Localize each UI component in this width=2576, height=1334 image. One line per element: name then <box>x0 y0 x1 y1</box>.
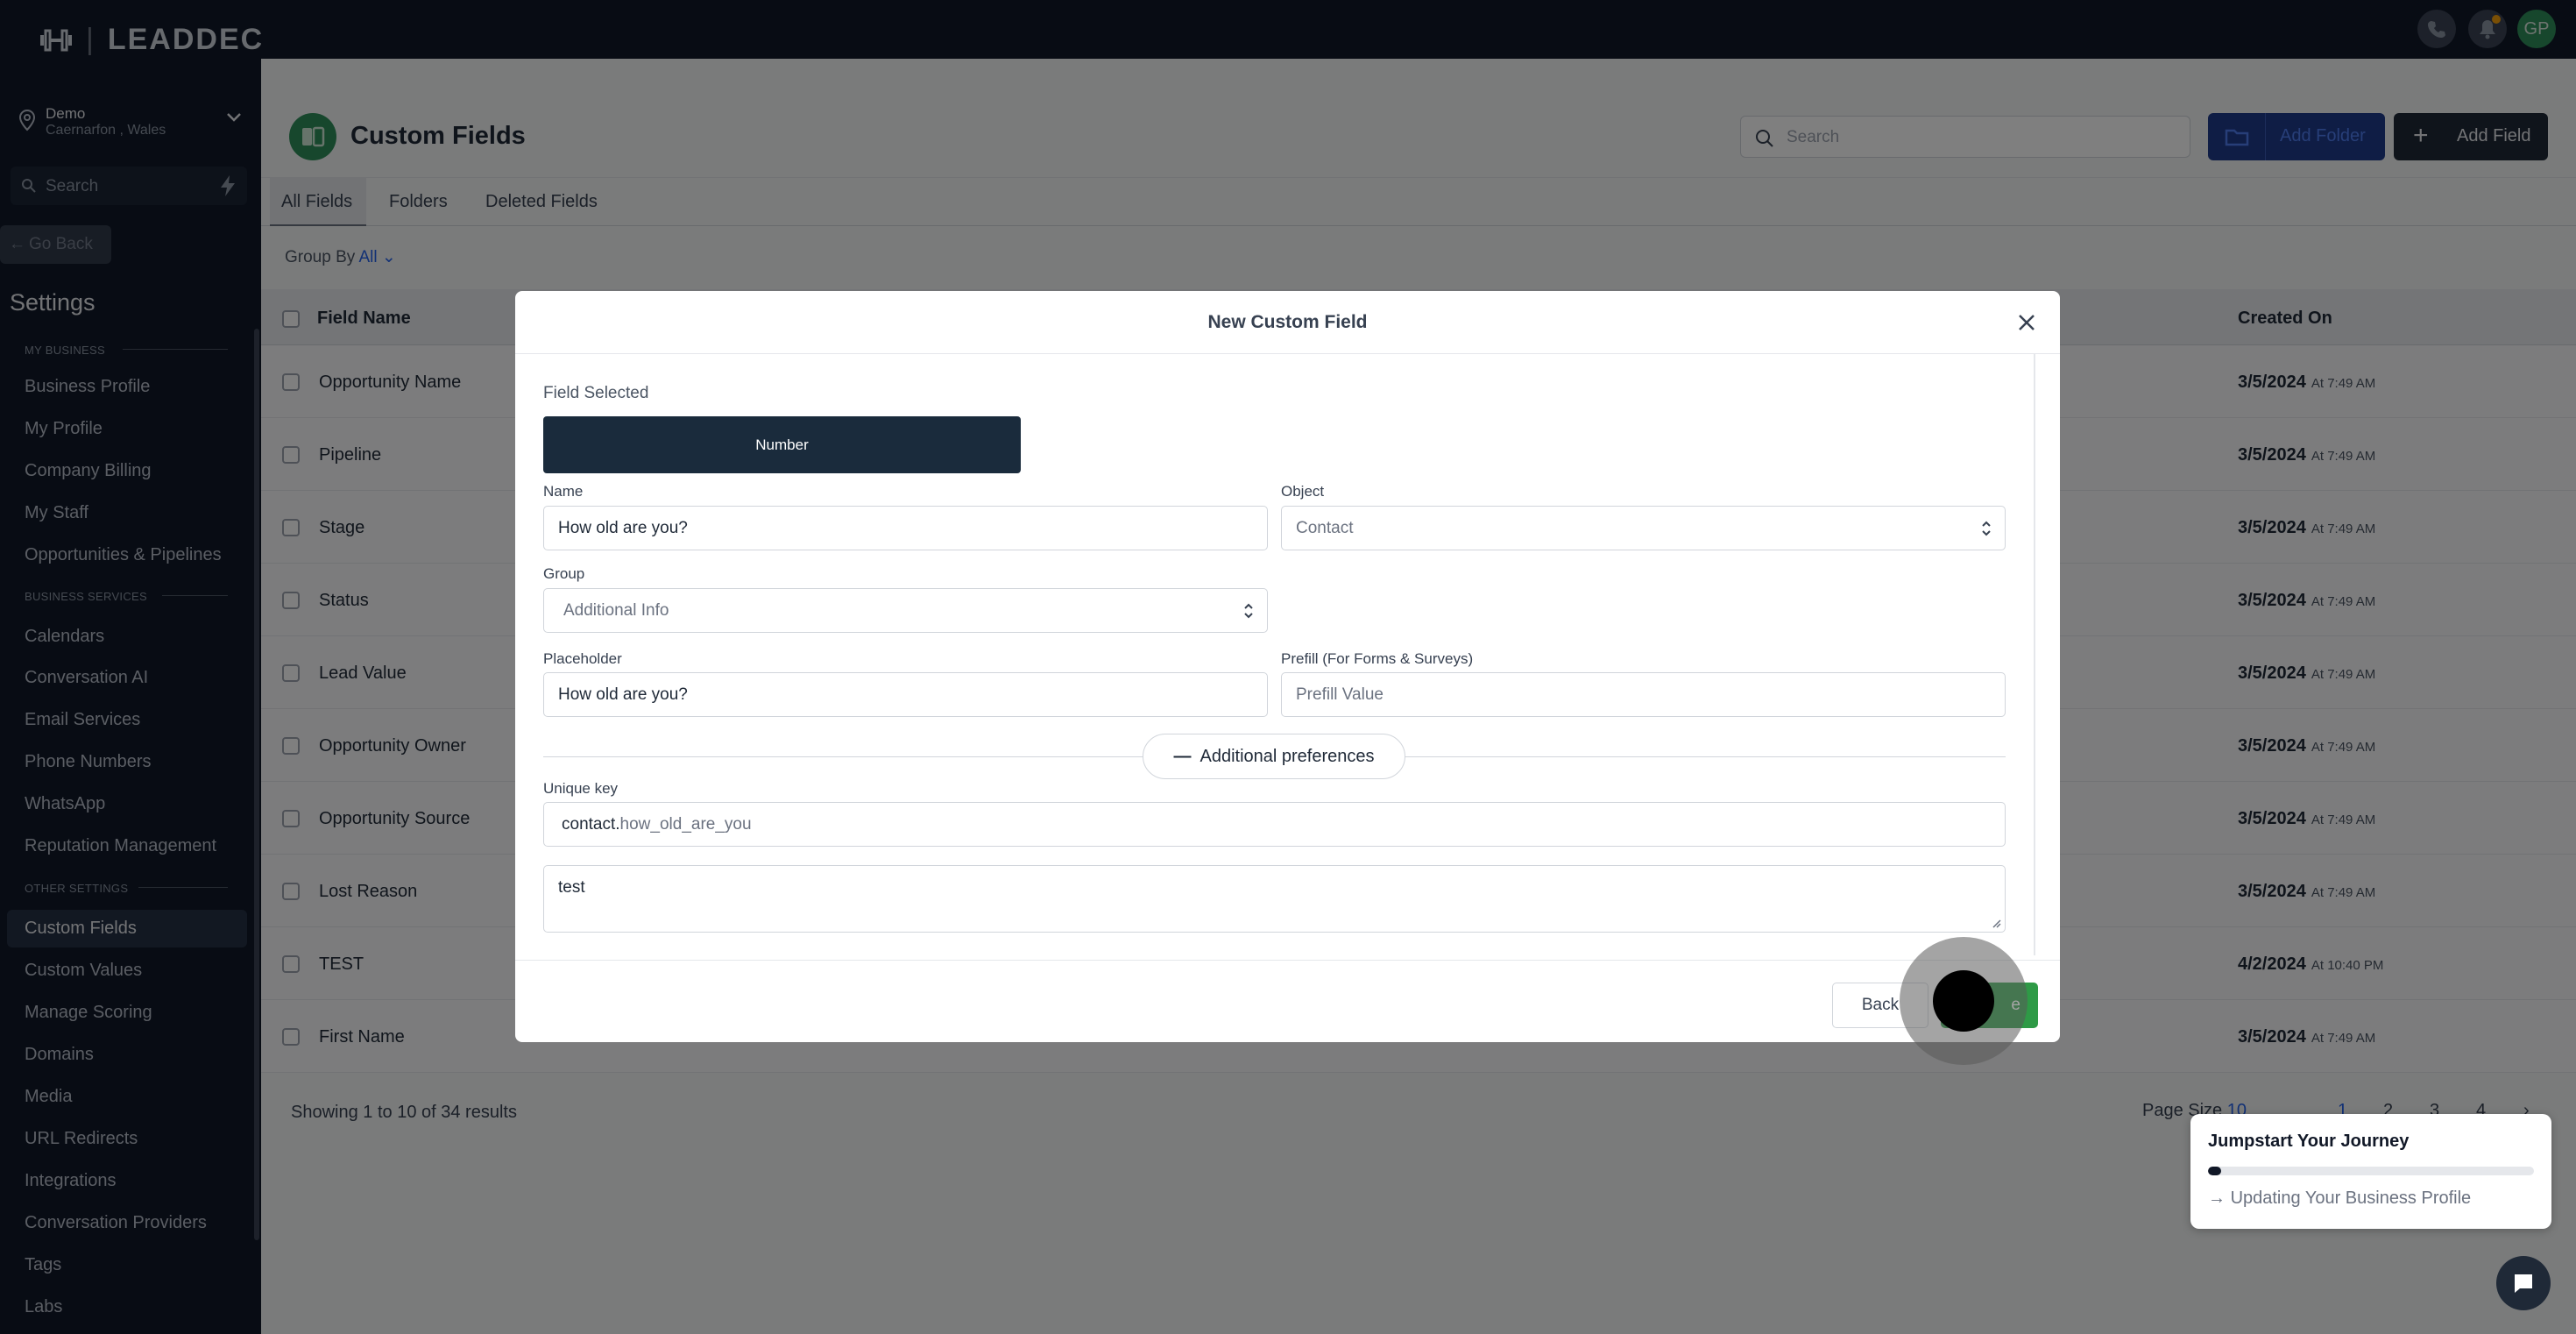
jumpstart-title: Jumpstart Your Journey <box>2208 1132 2410 1151</box>
additional-preferences-label: Additional preferences <box>1200 746 1375 766</box>
resize-handle-icon[interactable] <box>1991 918 2001 928</box>
description-value: test <box>558 878 585 897</box>
chat-widget-button[interactable] <box>2496 1256 2551 1310</box>
unique-key-prefix: contact. <box>562 815 620 834</box>
name-input[interactable]: How old are you? <box>543 506 1268 550</box>
group-select[interactable]: Additional Info <box>543 588 1268 633</box>
jumpstart-progress <box>2208 1167 2534 1175</box>
select-arrows-icon <box>1982 521 1991 536</box>
field-selected-label: Field Selected <box>543 384 649 402</box>
description-textarea[interactable]: test <box>543 865 2006 933</box>
modal-header: New Custom Field <box>515 291 2060 354</box>
unique-key-label: Unique key <box>543 780 619 797</box>
placeholder-value: How old are you? <box>558 685 688 704</box>
name-label: Name <box>543 483 584 500</box>
arrow-right-icon: → <box>2208 1189 2226 1208</box>
prefill-placeholder: Prefill Value <box>1296 685 1384 704</box>
placeholder-input[interactable]: How old are you? <box>543 672 1268 717</box>
prefill-label: Prefill (For Forms & Surveys) <box>1281 650 1474 667</box>
group-value: Additional Info <box>563 601 669 620</box>
jumpstart-card[interactable]: Jumpstart Your Journey → Updating Your B… <box>2190 1114 2551 1229</box>
jumpstart-step-label: Updating Your Business Profile <box>2230 1189 2472 1208</box>
select-arrows-icon <box>1244 603 1253 619</box>
new-custom-field-modal: New Custom Field Field Selected Number N… <box>515 291 2060 1042</box>
unique-key-input[interactable]: contact.how_old_are_you <box>543 802 2006 847</box>
object-select[interactable]: Contact <box>1281 506 2006 550</box>
field-type-number[interactable]: Number <box>543 416 1021 473</box>
modal-title: New Custom Field <box>1207 312 1368 332</box>
object-value: Contact <box>1296 519 1354 537</box>
group-label: Group <box>543 565 585 582</box>
additional-preferences-toggle[interactable]: — Additional preferences <box>1143 734 1405 779</box>
object-label: Object <box>1281 483 1325 500</box>
click-indicator-dot <box>1933 970 1994 1032</box>
placeholder-label: Placeholder <box>543 650 622 667</box>
close-icon[interactable] <box>2014 310 2039 335</box>
prefill-input[interactable]: Prefill Value <box>1281 672 2006 717</box>
modal-scrollbar[interactable] <box>2034 354 2035 955</box>
chat-icon <box>2515 1274 2532 1293</box>
minus-icon: — <box>1173 746 1192 766</box>
jumpstart-progress-fill <box>2208 1167 2221 1175</box>
modal-footer <box>515 960 2060 1042</box>
unique-key-value: how_old_are_you <box>619 815 752 834</box>
name-value: How old are you? <box>558 519 688 537</box>
jumpstart-step[interactable]: → Updating Your Business Profile <box>2208 1189 2471 1209</box>
